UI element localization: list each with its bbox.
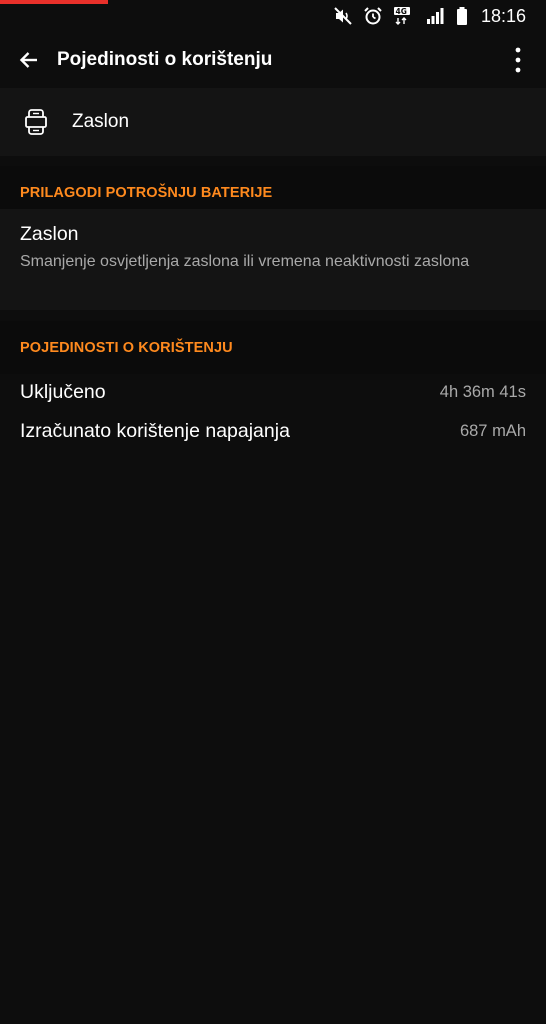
more-vertical-icon xyxy=(515,47,521,73)
battery-icon xyxy=(455,6,469,26)
usage-row-power: Izračunato korištenje napajanja 687 mAh xyxy=(20,417,526,445)
arrow-left-icon xyxy=(17,48,41,72)
page-title: Pojedinosti o korištenju xyxy=(57,49,273,70)
usage-label: Izračunato korištenje napajanja xyxy=(20,419,290,442)
app-name: Zaslon xyxy=(72,111,130,132)
status-bar: 4G 18:16 xyxy=(0,0,546,32)
setting-title: Zaslon xyxy=(20,223,79,245)
setting-summary: Smanjenje osvjetljenja zaslona ili vreme… xyxy=(20,253,470,270)
status-time: 18:16 xyxy=(480,5,526,26)
screen: 4G 18:16 Pojedinosti o korištenju Zaslon… xyxy=(0,0,546,1024)
section-header-usage: POJEDINOSTI O KORIŠTENJU xyxy=(0,321,546,374)
alarm-icon xyxy=(363,6,383,26)
signal-icon xyxy=(425,6,445,26)
battery-setting-item[interactable]: Zaslon Smanjenje osvjetljenja zaslona il… xyxy=(0,209,546,310)
4g-data-icon: 4G xyxy=(393,6,415,26)
usage-value: 687 mAh xyxy=(459,421,526,440)
network-label: 4G xyxy=(395,7,406,16)
usage-row-on-time: Uključeno 4h 36m 41s xyxy=(20,378,526,406)
mute-icon xyxy=(333,6,353,26)
usage-value: 4h 36m 41s xyxy=(439,382,526,401)
screen-device-icon xyxy=(21,107,51,137)
app-bar: Pojedinosti o korištenju xyxy=(0,32,546,88)
app-header-row: Zaslon xyxy=(0,88,546,156)
more-options-button[interactable] xyxy=(498,32,538,88)
usage-label: Uključeno xyxy=(20,380,106,403)
back-button[interactable] xyxy=(1,32,57,88)
